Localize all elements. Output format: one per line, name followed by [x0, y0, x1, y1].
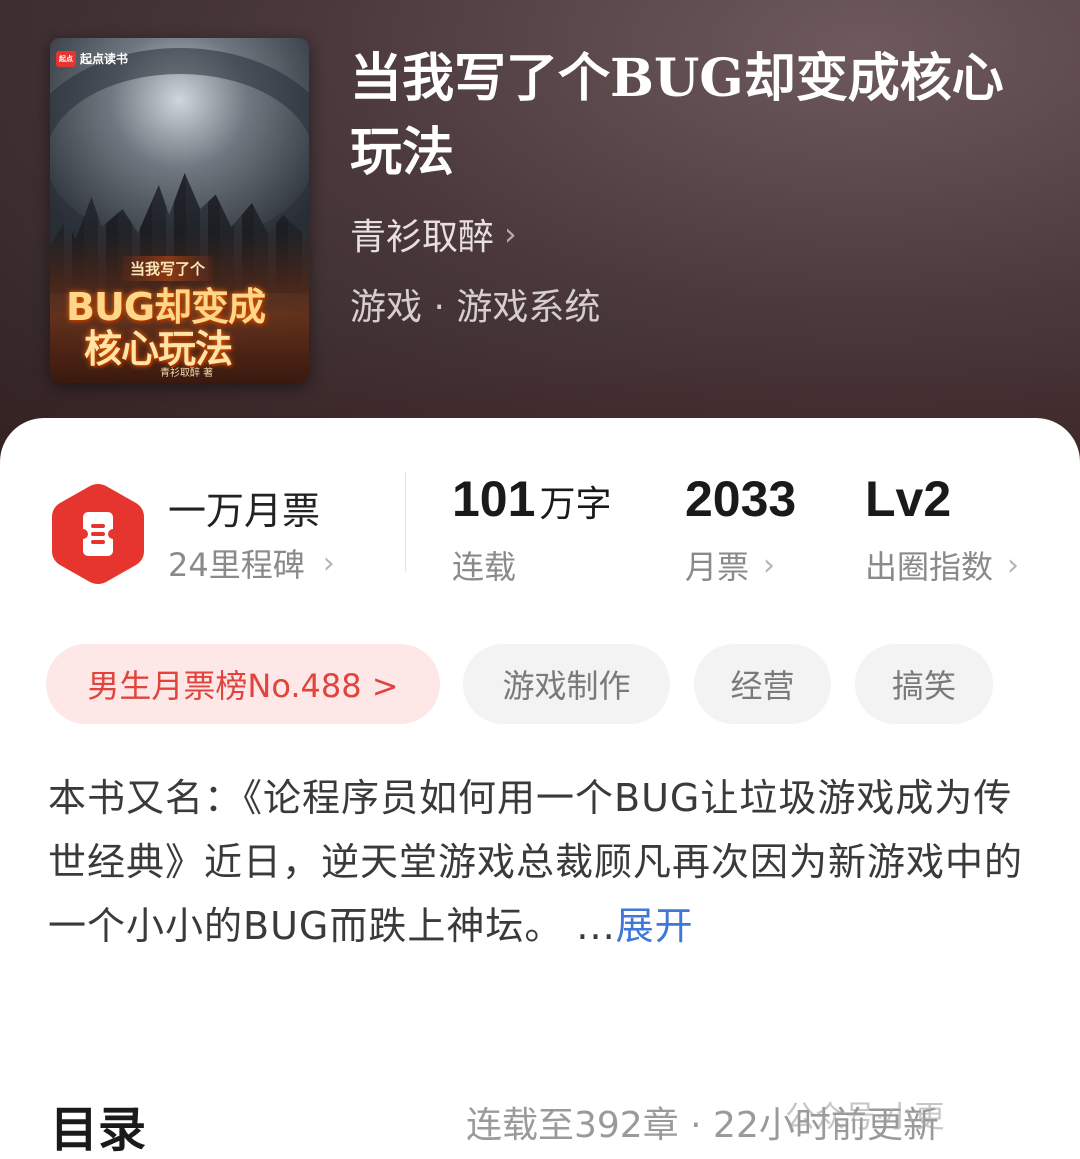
- chevron-right-icon: ›: [322, 545, 335, 581]
- tag-game-making[interactable]: 游戏制作: [463, 644, 670, 724]
- chevron-right-icon: ›: [504, 215, 517, 253]
- cover-author: 青衫取醉 著: [160, 368, 214, 379]
- watermark-text: 公众号·小更: [785, 1100, 945, 1135]
- cover-brand-badge: 起点: [56, 50, 76, 67]
- watermark: 公众号·小更: [785, 1092, 945, 1136]
- book-title: 当我写了个BUG却变成核心玩法: [350, 48, 1004, 183]
- serial-status-label: 连载: [452, 548, 517, 586]
- influence-link[interactable]: 出圈指数 ›: [865, 542, 1019, 588]
- tag-management[interactable]: 经营: [694, 644, 831, 724]
- chevron-right-icon: ›: [1007, 547, 1020, 583]
- milestone-label: 24里程碑: [168, 546, 305, 584]
- chevron-right-icon: ›: [763, 547, 776, 583]
- cover-brand: 起点 起点读书: [56, 50, 128, 67]
- author-link[interactable]: 青衫取醉 ›: [350, 208, 517, 260]
- author-name: 青衫取醉: [350, 217, 495, 258]
- tag-comedy[interactable]: 搞笑: [855, 644, 993, 724]
- expand-link[interactable]: 展开: [616, 904, 694, 948]
- description-text: 本书又名：《论程序员如何用一个BUG让垃圾游戏成为传世经典》近日，逆天堂游戏总裁…: [48, 776, 1024, 948]
- book-cover[interactable]: 起点 起点读书 当我写了个 BUG却变成 核心玩法 青衫取醉 著: [50, 38, 309, 383]
- rank-tag[interactable]: 男生月票榜No.488 >: [46, 644, 440, 724]
- influence-level: Lv2: [865, 471, 952, 527]
- word-count-number: 101: [452, 471, 536, 527]
- monthly-ticket-icon: [52, 484, 144, 584]
- description-ellipsis: ...: [563, 904, 616, 948]
- stats-divider: [405, 472, 406, 572]
- serial-status: 连载: [452, 542, 516, 588]
- ticket-count: 2033: [685, 471, 797, 527]
- book-genre: 游戏 · 游戏系统: [350, 287, 601, 328]
- book-description: 本书又名：《论程序员如何用一个BUG让垃圾游戏成为传世经典》近日，逆天堂游戏总裁…: [48, 766, 1038, 958]
- word-count-unit: 万字: [539, 483, 612, 524]
- milestone-link[interactable]: 24里程碑 ›: [168, 540, 335, 586]
- cover-brand-name: 起点读书: [80, 52, 129, 66]
- influence-label: 出圈指数: [865, 548, 994, 586]
- toc-title[interactable]: 目录: [50, 1090, 146, 1159]
- ticket-label: 月票: [685, 548, 750, 586]
- ticket-link[interactable]: 月票 ›: [685, 542, 775, 588]
- word-count: 101 万字: [452, 470, 611, 528]
- monthly-ticket-title: 一万月票: [168, 489, 321, 533]
